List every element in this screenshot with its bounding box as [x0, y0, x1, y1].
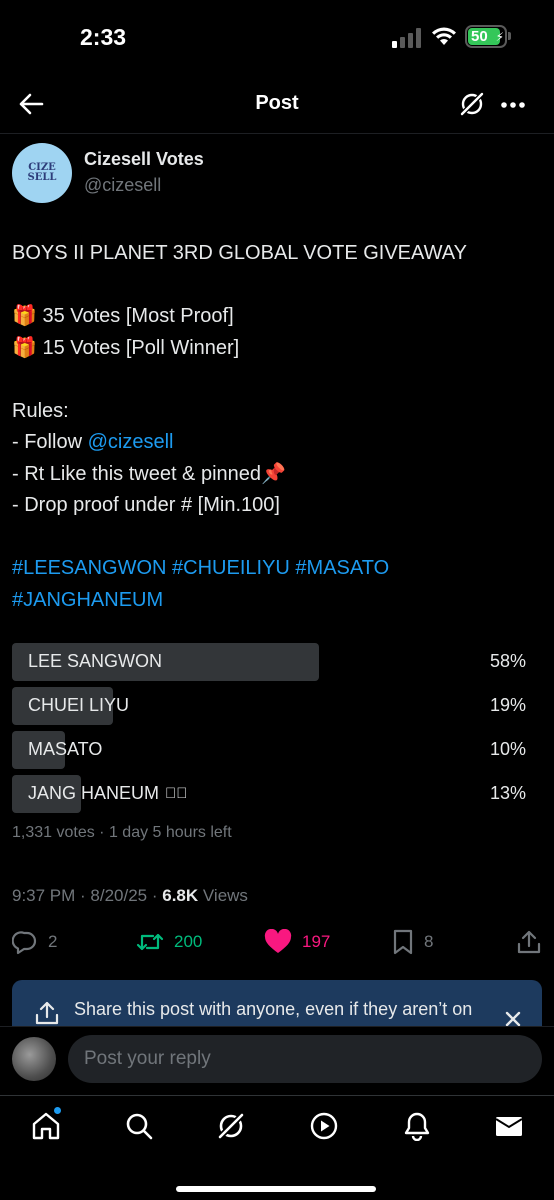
poll-option-label: MASATO: [28, 739, 103, 759]
poll-option-percent: 58%: [489, 651, 526, 671]
poll-option[interactable]: JANG HANEUM ✓⃝ 13%: [12, 775, 542, 813]
cellular-signal-icon: [392, 28, 421, 48]
tweet-body: BOYS II PLANET 3RD GLOBAL VOTE GIVEAWAY …: [12, 238, 542, 616]
mail-icon[interactable]: [494, 1111, 524, 1141]
charging-icon: ⚡: [495, 30, 504, 44]
voted-check-icon: ✓⃝: [165, 785, 188, 802]
play-icon[interactable]: [309, 1111, 339, 1141]
poll-option[interactable]: MASATO 10%: [12, 731, 542, 769]
more-options-icon[interactable]: [500, 101, 526, 109]
views-count: 6.8K: [162, 886, 199, 905]
tweet-title-line: BOYS II PLANET 3RD GLOBAL VOTE GIVEAWAY: [12, 242, 467, 264]
poll-meta: 1,331 votes · 1 day 5 hours left: [12, 824, 232, 841]
share-icon: [35, 1001, 59, 1025]
battery-indicator: 50 ⚡: [465, 25, 507, 48]
status-time: 2:33: [80, 24, 127, 50]
repost-icon: [136, 933, 164, 951]
mention-link[interactable]: @cizesell: [88, 431, 174, 453]
poll-option[interactable]: LEE SANGWON 58%: [12, 643, 542, 681]
share-button[interactable]: [516, 928, 542, 956]
avatar-logo-bottom: SELL: [27, 172, 57, 183]
poll-option-label: LEE SANGWON: [28, 651, 163, 671]
battery-cap: [508, 32, 511, 40]
poll-option-percent: 19%: [489, 695, 526, 715]
header-divider: [0, 133, 554, 134]
user-avatar[interactable]: [12, 1037, 56, 1081]
top-header: Post: [0, 74, 554, 134]
bottom-nav: [0, 1095, 554, 1200]
grok-icon[interactable]: [459, 91, 485, 117]
reply-count: 2: [48, 932, 58, 951]
notification-dot: [54, 1107, 61, 1114]
reply-icon: [12, 931, 37, 955]
share-icon: [517, 930, 541, 954]
reply-button[interactable]: 2: [12, 928, 57, 956]
bookmark-icon: [393, 929, 413, 955]
like-button[interactable]: 197: [264, 928, 330, 956]
poll-option-percent: 13%: [489, 783, 526, 803]
poll-option[interactable]: CHUEI LIYU 19%: [12, 687, 542, 725]
search-icon[interactable]: [124, 1111, 154, 1141]
poll-option-label: CHUEI LIYU: [28, 695, 130, 715]
status-bar: 2:33 50 ⚡: [0, 0, 554, 74]
reply-bar: [0, 1026, 554, 1096]
poll: LEE SANGWON 58% CHUEI LIYU 19% MASATO 10…: [12, 643, 542, 819]
bell-icon[interactable]: [402, 1111, 432, 1141]
hashtag-links[interactable]: #LEESANGWON #CHUEILIYU #MASATO: [12, 553, 542, 585]
home-indicator: [176, 1186, 376, 1192]
wifi-icon: [432, 27, 456, 45]
reply-input[interactable]: [68, 1035, 542, 1083]
prize-line: 🎁 15 Votes [Poll Winner]: [12, 336, 240, 359]
prize-line: 🎁 35 Votes [Most Proof]: [12, 305, 234, 327]
grok-icon[interactable]: [216, 1111, 246, 1141]
rule-line: - Rt Like this tweet & pinned📌: [12, 462, 286, 485]
heart-icon: [264, 929, 292, 953]
bookmark-button[interactable]: 8: [392, 928, 433, 956]
repost-count: 200: [174, 932, 203, 951]
battery-level: 50: [471, 28, 488, 45]
home-icon[interactable]: [31, 1111, 61, 1141]
hashtag-links[interactable]: #JANGHANEUM: [12, 585, 542, 617]
like-count: 197: [302, 932, 331, 951]
poll-option-label: JANG HANEUM ✓⃝: [28, 783, 188, 803]
author-avatar[interactable]: CIZE SELL: [12, 143, 72, 203]
author-name[interactable]: Cizesell Votes: [84, 149, 204, 170]
bookmark-count: 8: [424, 932, 434, 951]
author-handle[interactable]: @cizesell: [84, 175, 161, 196]
action-bar: 2 200 197 8: [0, 924, 554, 960]
rule-line: - Drop proof under # [Min.100]: [12, 494, 280, 516]
repost-button[interactable]: 200: [136, 928, 202, 956]
rules-heading: Rules:: [12, 399, 69, 422]
post-timestamp: 9:37 PM · 8/20/25 · 6.8K Views: [12, 886, 248, 905]
rule-line: - Follow @cizesell: [12, 431, 174, 453]
poll-option-percent: 10%: [489, 739, 526, 759]
